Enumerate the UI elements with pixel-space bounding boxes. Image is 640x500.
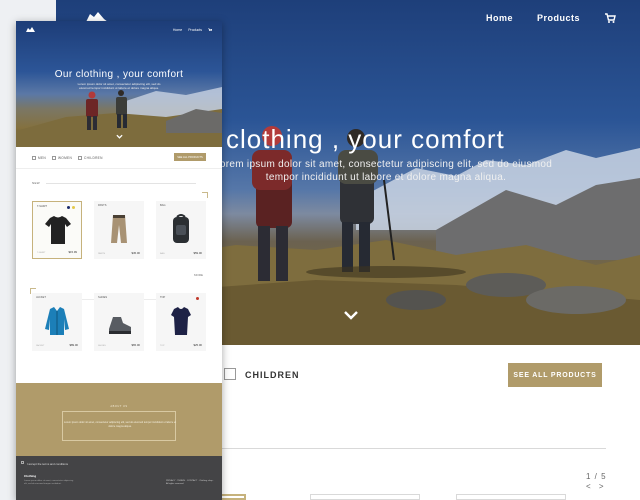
- top-icon: [171, 307, 191, 335]
- mobile-cart-icon[interactable]: [208, 28, 212, 32]
- mobile-chevron-down-icon[interactable]: [116, 134, 123, 139]
- children-filter-label: CHILDREN: [84, 156, 103, 160]
- mobile-see-all-button[interactable]: SEE ALL PRODUCTS: [174, 153, 206, 161]
- pager-label: 1 / 5: [586, 472, 607, 481]
- men-checkbox[interactable]: [32, 156, 36, 160]
- mobile-logo-icon[interactable]: [26, 27, 35, 32]
- about-box: Lorem ipsum dolor sit amet, consectetur …: [62, 411, 176, 441]
- product-price: $45.00: [131, 251, 140, 255]
- product-card[interactable]: TOP TOP $25.00: [156, 293, 206, 351]
- mobile-hero-subtitle: Lorem ipsum dolor sit amet, consectetur …: [77, 82, 161, 90]
- new-section-line: [46, 183, 196, 184]
- mobile-filter-bar: MEN WOMEN CHILDREN SEE ALL PRODUCTS: [16, 147, 222, 169]
- product-label: BAG: [160, 204, 166, 207]
- more-link[interactable]: MORE: [194, 273, 203, 277]
- cart-icon[interactable]: [604, 12, 616, 24]
- product-caption: BAG: [160, 253, 165, 255]
- footer-links[interactable]: PRIVACY · TERMS · CONTACT · Clothing sho…: [166, 480, 216, 486]
- mobile-nav-home[interactable]: Home: [173, 28, 182, 32]
- product-card[interactable]: T-SHIRT T-SHIRT $15.99: [32, 201, 82, 259]
- men-filter-label: MEN: [38, 156, 46, 160]
- nav-home[interactable]: Home: [486, 13, 513, 23]
- terms-label: I accept the terms and conditions: [27, 462, 69, 466]
- color-swatch[interactable]: [196, 297, 199, 300]
- product-label: JACKET: [36, 296, 46, 299]
- product-caption: TOP: [160, 345, 165, 347]
- color-swatch[interactable]: [67, 206, 70, 209]
- mobile-hero: Home Products Our clothing , your comfor…: [16, 21, 222, 147]
- hero-title: clothing , your comfort: [226, 124, 505, 154]
- product-label: PANTS: [98, 204, 107, 207]
- corner-decoration: [202, 192, 208, 198]
- product-caption: PANTS: [98, 253, 106, 255]
- product-caption: T-SHIRT: [37, 252, 46, 254]
- product-card[interactable]: PANTS PANTS $45.00: [94, 201, 144, 259]
- children-filter-label: CHILDREN: [245, 370, 300, 380]
- nav-products[interactable]: Products: [537, 13, 580, 23]
- jacket-icon: [45, 307, 69, 335]
- product-card[interactable]: BAG BAG $59.00: [156, 201, 206, 259]
- product-label: TOP: [160, 296, 166, 299]
- product-card-edge: [456, 494, 566, 500]
- about-band: ABOUT US Lorem ipsum dolor sit amet, con…: [16, 383, 222, 456]
- footer-text: Lorem ipsum dolor sit amet, consectetur …: [24, 480, 74, 485]
- women-filter-label: WOMEN: [58, 156, 73, 160]
- pager-arrows[interactable]: < >: [586, 482, 607, 491]
- mobile-nav-products[interactable]: Products: [188, 28, 202, 32]
- footer: I accept the terms and conditions Clothi…: [16, 456, 222, 500]
- see-all-products-button[interactable]: SEE ALL PRODUCTS: [508, 363, 602, 387]
- color-swatch[interactable]: [72, 206, 75, 209]
- product-price: $89.00: [69, 343, 78, 347]
- product-card[interactable]: JACKET JACKET $89.00: [32, 293, 82, 351]
- product-price: $15.99: [68, 250, 77, 254]
- about-title: ABOUT US: [110, 405, 128, 408]
- about-text: Lorem ipsum dolor sit amet, consectetur …: [63, 421, 177, 428]
- section-divider: [206, 448, 606, 449]
- product-caption: SHOES: [98, 345, 106, 347]
- product-price: $65.00: [131, 343, 140, 347]
- women-checkbox[interactable]: [52, 156, 56, 160]
- boot-icon: [109, 317, 131, 334]
- mobile-mockup: Home Products Our clothing , your comfor…: [16, 21, 222, 500]
- children-checkbox[interactable]: [224, 368, 236, 380]
- hero-subtitle: orem ipsum dolor sit amet, consectetur a…: [219, 159, 553, 183]
- children-checkbox[interactable]: [78, 156, 82, 160]
- product-price: $59.00: [193, 251, 202, 255]
- product-caption: JACKET: [36, 345, 45, 347]
- chevron-down-icon[interactable]: [343, 310, 359, 320]
- product-card-edge: [310, 494, 420, 500]
- product-card[interactable]: SHOES SHOES $65.00: [94, 293, 144, 351]
- mobile-hero-title: Our clothing , your comfort: [54, 69, 184, 80]
- backpack-icon: [173, 214, 189, 243]
- mobile-nav: Home Products: [173, 28, 212, 32]
- product-label: SHOES: [98, 296, 108, 299]
- tshirt-icon: [45, 216, 71, 244]
- product-label: T-SHIRT: [37, 205, 48, 208]
- footer-heading: Clothing: [24, 474, 37, 478]
- terms-checkbox[interactable]: [21, 461, 24, 464]
- pants-icon: [111, 215, 127, 243]
- product-price: $25.00: [193, 343, 202, 347]
- new-section-label: NEW: [32, 181, 40, 185]
- desktop-nav: Home Products: [486, 12, 616, 24]
